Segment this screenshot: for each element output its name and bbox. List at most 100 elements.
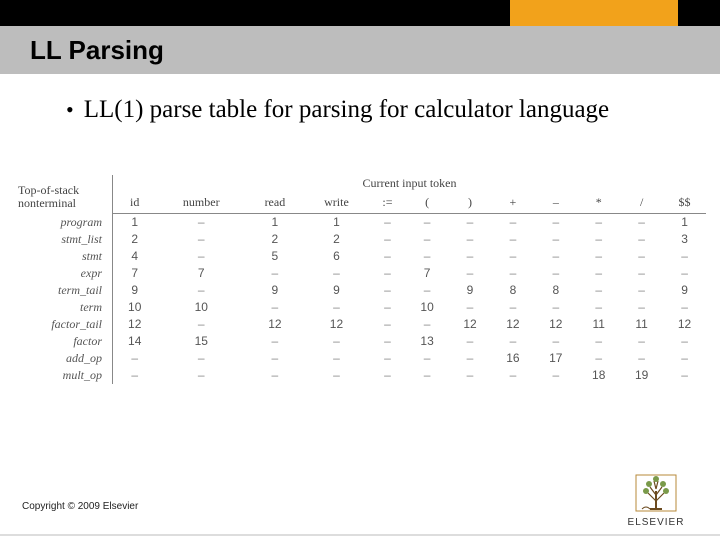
table-cell: –: [534, 299, 577, 316]
bullet-dot: •: [66, 95, 74, 125]
parse-table: Top-of-stack nonterminal Current input t…: [14, 175, 706, 384]
table-cell: –: [156, 214, 246, 231]
table-cell: –: [491, 214, 534, 231]
table-cell: 1: [663, 214, 706, 231]
table-cell: –: [304, 367, 370, 384]
table-row: program1–11–––––––1: [14, 214, 706, 231]
table-cell: 10: [156, 299, 246, 316]
table-cell: –: [491, 231, 534, 248]
col-rparen: ): [449, 194, 492, 214]
table-cell: 9: [663, 282, 706, 299]
table-cell: –: [449, 299, 492, 316]
table-cell: 17: [534, 350, 577, 367]
table-cell: –: [449, 265, 492, 282]
table-cell: 18: [577, 367, 620, 384]
nonterminal-label: term_tail: [14, 282, 113, 299]
table-cell: –: [369, 248, 405, 265]
table-cell: –: [406, 231, 449, 248]
title-bar: LL Parsing: [0, 26, 720, 74]
table-row: term_tail9–99––988––9: [14, 282, 706, 299]
logo-text: ELSEVIER: [620, 517, 692, 528]
table-cell: 8: [491, 282, 534, 299]
table-cell: –: [577, 350, 620, 367]
table-cell: –: [577, 265, 620, 282]
table-cell: –: [246, 265, 304, 282]
bullet-row: • LL(1) parse table for parsing for calc…: [66, 95, 666, 125]
table-cell: –: [491, 299, 534, 316]
table-cell: –: [156, 350, 246, 367]
table-cell: 12: [449, 316, 492, 333]
top-stack-label-2: nonterminal: [18, 197, 108, 210]
table-cell: 12: [113, 316, 157, 333]
table-cell: 16: [491, 350, 534, 367]
table-cell: –: [406, 282, 449, 299]
table-cell: –: [534, 367, 577, 384]
table-cell: 9: [449, 282, 492, 299]
table-cell: 2: [304, 231, 370, 248]
tree-icon: [632, 471, 680, 515]
table-row: factor_tail12–1212––121212111112: [14, 316, 706, 333]
col-minus: –: [534, 194, 577, 214]
nonterminal-label: stmt: [14, 248, 113, 265]
table-row: factor1415–––13––––––: [14, 333, 706, 350]
table-cell: –: [577, 214, 620, 231]
table-row: term1010–––10––––––: [14, 299, 706, 316]
col-star: *: [577, 194, 620, 214]
table-cell: –: [534, 214, 577, 231]
table-cell: 9: [304, 282, 370, 299]
table-cell: –: [534, 231, 577, 248]
table-cell: –: [449, 367, 492, 384]
table-cell: 2: [246, 231, 304, 248]
col-assign: :=: [369, 194, 405, 214]
table-cell: 11: [620, 316, 663, 333]
table-cell: –: [577, 299, 620, 316]
table-row: mult_op–––––––––1819–: [14, 367, 706, 384]
table-cell: –: [534, 248, 577, 265]
table-cell: –: [449, 248, 492, 265]
table-cell: 10: [113, 299, 157, 316]
nonterminal-label: add_op: [14, 350, 113, 367]
table-cell: –: [620, 248, 663, 265]
table-cell: 7: [406, 265, 449, 282]
table-cell: –: [663, 350, 706, 367]
table-cell: –: [369, 316, 405, 333]
top-stack-header: Top-of-stack nonterminal: [14, 175, 113, 214]
copyright-text: Copyright © 2009 Elsevier: [22, 501, 138, 512]
table-cell: 2: [113, 231, 157, 248]
table-row: stmt4–56––––––––: [14, 248, 706, 265]
table-cell: –: [156, 316, 246, 333]
table-cell: –: [156, 367, 246, 384]
table-cell: –: [449, 333, 492, 350]
table-cell: –: [491, 333, 534, 350]
table-cell: –: [491, 265, 534, 282]
table-cell: –: [304, 350, 370, 367]
bottom-rule: [0, 534, 720, 536]
col-plus: +: [491, 194, 534, 214]
table-cell: 11: [577, 316, 620, 333]
table-cell: –: [449, 214, 492, 231]
table-cell: –: [663, 248, 706, 265]
table-cell: –: [620, 265, 663, 282]
table-cell: –: [369, 214, 405, 231]
table-cell: –: [369, 265, 405, 282]
nonterminal-label: expr: [14, 265, 113, 282]
slide: LL Parsing • LL(1) parse table for parsi…: [0, 0, 720, 540]
table-cell: –: [577, 248, 620, 265]
nonterminal-label: term: [14, 299, 113, 316]
table-cell: 15: [156, 333, 246, 350]
table-cell: 9: [246, 282, 304, 299]
col-number: number: [156, 194, 246, 214]
col-eof: $$: [663, 194, 706, 214]
table-cell: 12: [246, 316, 304, 333]
parse-table-body: program1–11–––––––1stmt_list2–22–––––––3…: [14, 214, 706, 384]
table-cell: –: [534, 333, 577, 350]
table-cell: –: [304, 265, 370, 282]
table-cell: –: [406, 367, 449, 384]
table-cell: –: [246, 350, 304, 367]
table-cell: 8: [534, 282, 577, 299]
table-cell: –: [620, 231, 663, 248]
col-write: write: [304, 194, 370, 214]
current-input-token-header: Current input token: [113, 175, 707, 194]
slide-title: LL Parsing: [30, 35, 164, 66]
table-cell: –: [577, 333, 620, 350]
